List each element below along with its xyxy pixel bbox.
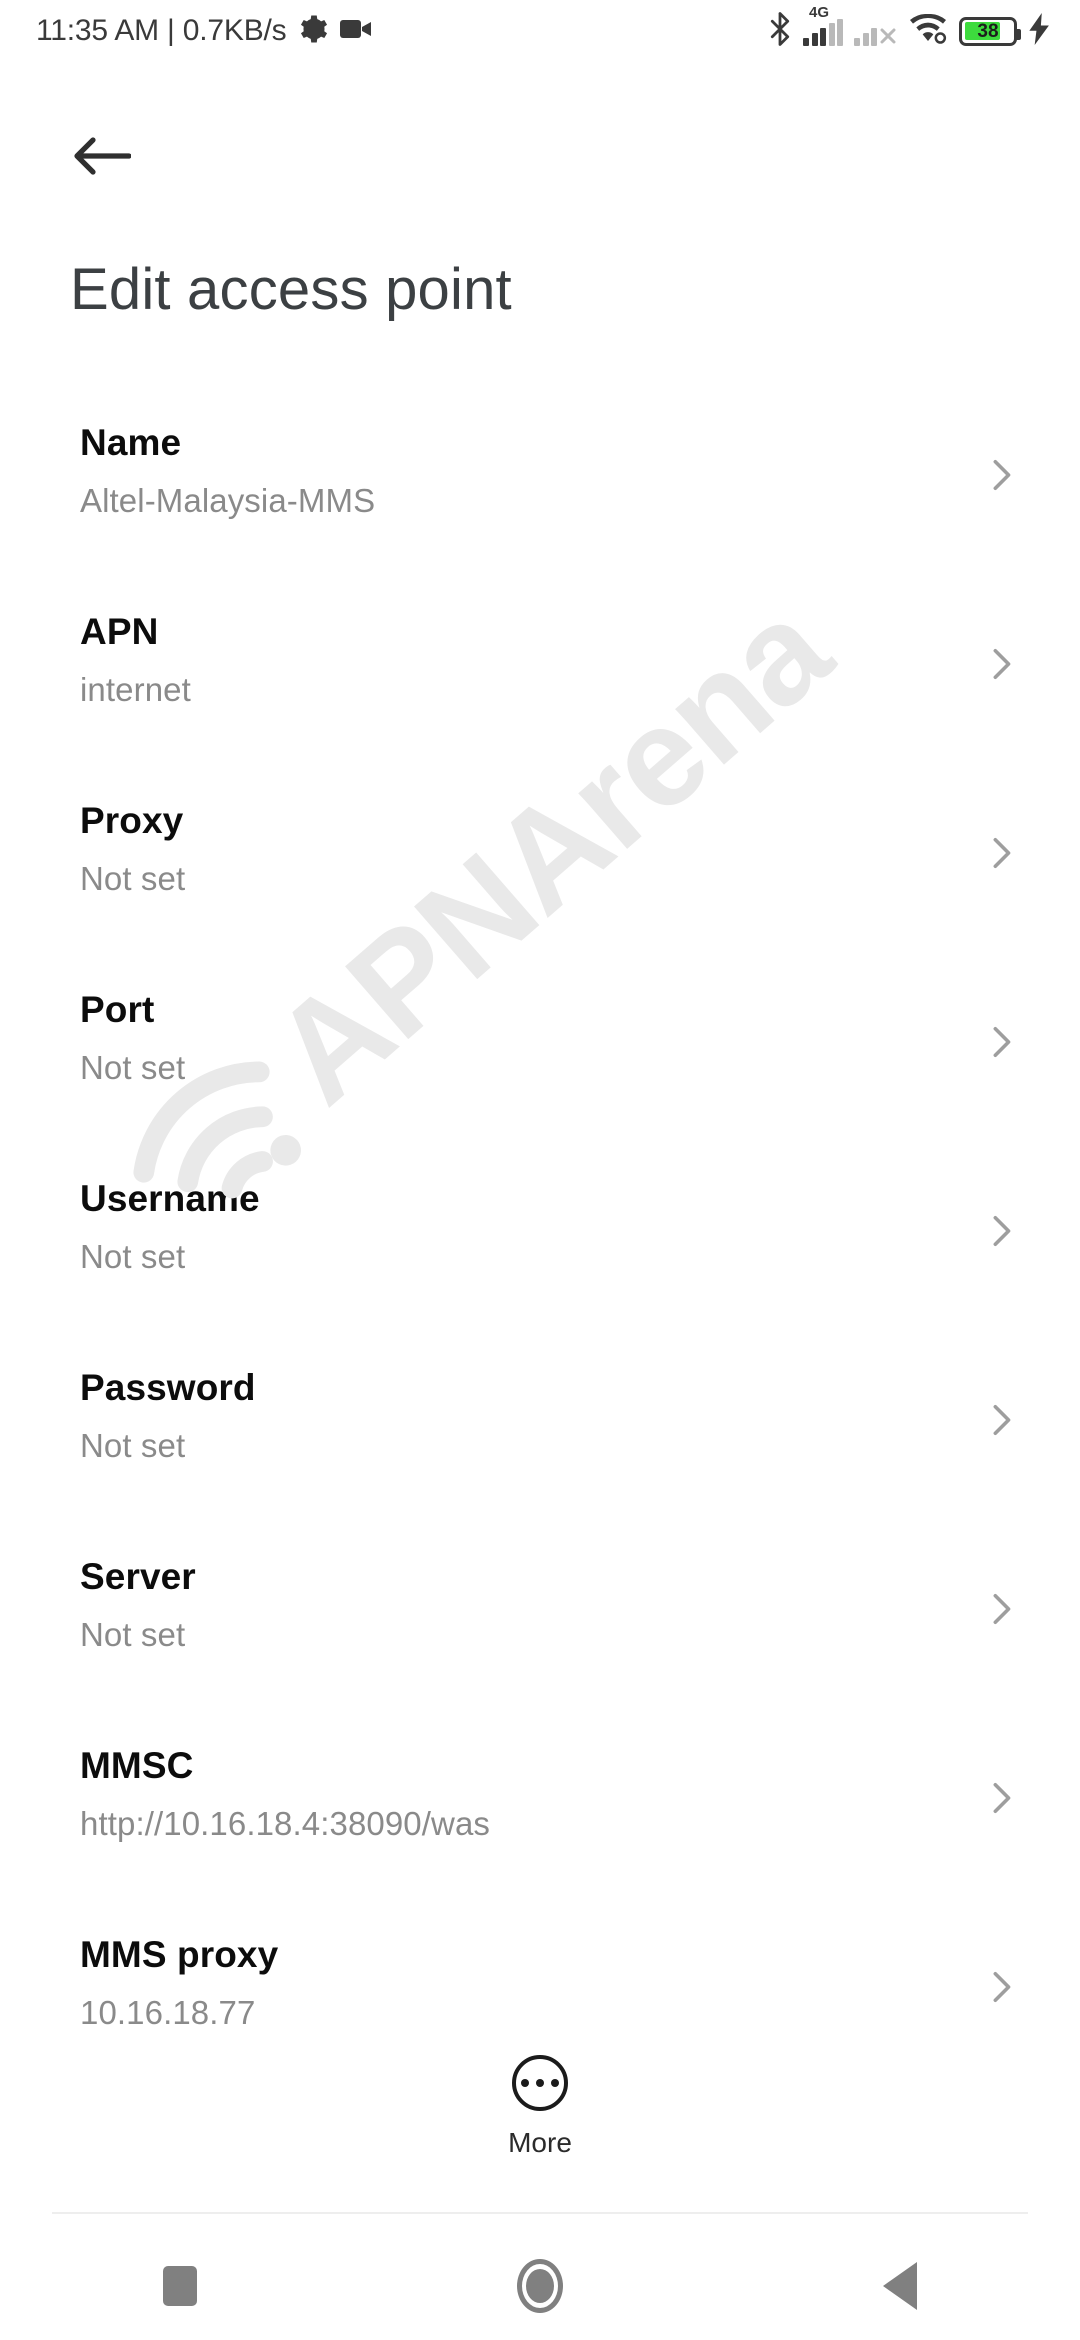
- chevron-right-icon: [984, 1592, 1018, 1626]
- battery-icon: 38: [959, 16, 1021, 46]
- chevron-right-icon: [984, 1403, 1018, 1437]
- page-title: Edit access point: [70, 257, 512, 322]
- back-nav-button[interactable]: [820, 2232, 980, 2340]
- signal-bars-sim2-no-service-icon: [854, 16, 897, 46]
- phone-screen: 11:35 AM | 0.7KB/s 4G 38 Edit access poi…: [0, 0, 1080, 2340]
- row-label: Server: [80, 1556, 196, 1597]
- chevron-right-icon: [984, 1025, 1018, 1059]
- row-value: Not set: [80, 1616, 186, 1653]
- video-camera-icon: [340, 17, 372, 46]
- row-value: internet: [80, 671, 191, 708]
- back-button[interactable]: [66, 122, 138, 194]
- chevron-right-icon: [984, 1214, 1018, 1248]
- chevron-right-icon: [984, 647, 1018, 681]
- list-item[interactable]: Server Not set: [0, 1534, 1080, 1723]
- wifi-icon: [908, 13, 948, 49]
- more-button-label: More: [508, 2127, 572, 2158]
- chevron-right-icon: [984, 1970, 1018, 2004]
- signal-bars-sim1-icon: 4G: [803, 5, 843, 46]
- status-bar-right: 4G 38: [768, 5, 1052, 51]
- row-label: Proxy: [80, 800, 184, 841]
- list-item[interactable]: Password Not set: [0, 1345, 1080, 1534]
- recents-square-icon: [163, 2266, 197, 2306]
- row-value: http://10.16.18.4:38090/was: [80, 1805, 491, 1842]
- row-value: Not set: [80, 860, 186, 897]
- home-circle-icon: [517, 2259, 563, 2313]
- charging-bolt-icon: [1028, 12, 1052, 50]
- row-label: APN: [80, 611, 159, 652]
- row-label: Port: [80, 989, 155, 1030]
- more-dots-circle-icon: [512, 2055, 568, 2111]
- row-value: Not set: [80, 1238, 186, 1275]
- list-item[interactable]: MMSC http://10.16.18.4:38090/was: [0, 1723, 1080, 1912]
- row-value: 10.16.18.77: [80, 1994, 256, 2031]
- status-bar-left: 11:35 AM | 0.7KB/s: [36, 14, 372, 49]
- home-button[interactable]: [460, 2232, 620, 2340]
- arrow-back-icon: [73, 134, 132, 183]
- navbar-divider: [52, 2212, 1028, 2214]
- status-bar: 11:35 AM | 0.7KB/s 4G 38: [0, 0, 1080, 62]
- list-item[interactable]: Username Not set: [0, 1156, 1080, 1345]
- list-item[interactable]: Proxy Not set: [0, 778, 1080, 967]
- row-value: Not set: [80, 1049, 186, 1086]
- settings-list: Name Altel-Malaysia-MMS APN internet Pro…: [0, 400, 1080, 2101]
- more-button[interactable]: More: [0, 2055, 1080, 2159]
- row-value: Not set: [80, 1427, 186, 1464]
- bluetooth-icon: [768, 11, 792, 51]
- status-time-and-speed: 11:35 AM | 0.7KB/s: [36, 14, 287, 47]
- chevron-right-icon: [984, 458, 1018, 492]
- battery-level-label: 38: [977, 20, 999, 42]
- recents-button[interactable]: [100, 2232, 260, 2340]
- list-item[interactable]: Name Altel-Malaysia-MMS: [0, 400, 1080, 589]
- list-item[interactable]: Port Not set: [0, 967, 1080, 1156]
- row-label: MMS proxy: [80, 1934, 279, 1975]
- chevron-right-icon: [984, 1781, 1018, 1815]
- gear-icon: [298, 14, 328, 49]
- row-value: Altel-Malaysia-MMS: [80, 482, 376, 519]
- list-item[interactable]: APN internet: [0, 589, 1080, 778]
- network-type-label: 4G: [809, 4, 830, 21]
- chevron-right-icon: [984, 836, 1018, 870]
- row-label: Password: [80, 1367, 256, 1408]
- back-triangle-icon: [883, 2262, 917, 2310]
- row-label: Username: [80, 1178, 260, 1219]
- row-label: MMSC: [80, 1745, 194, 1786]
- row-label: Name: [80, 422, 182, 463]
- navigation-bar: [0, 2232, 1080, 2340]
